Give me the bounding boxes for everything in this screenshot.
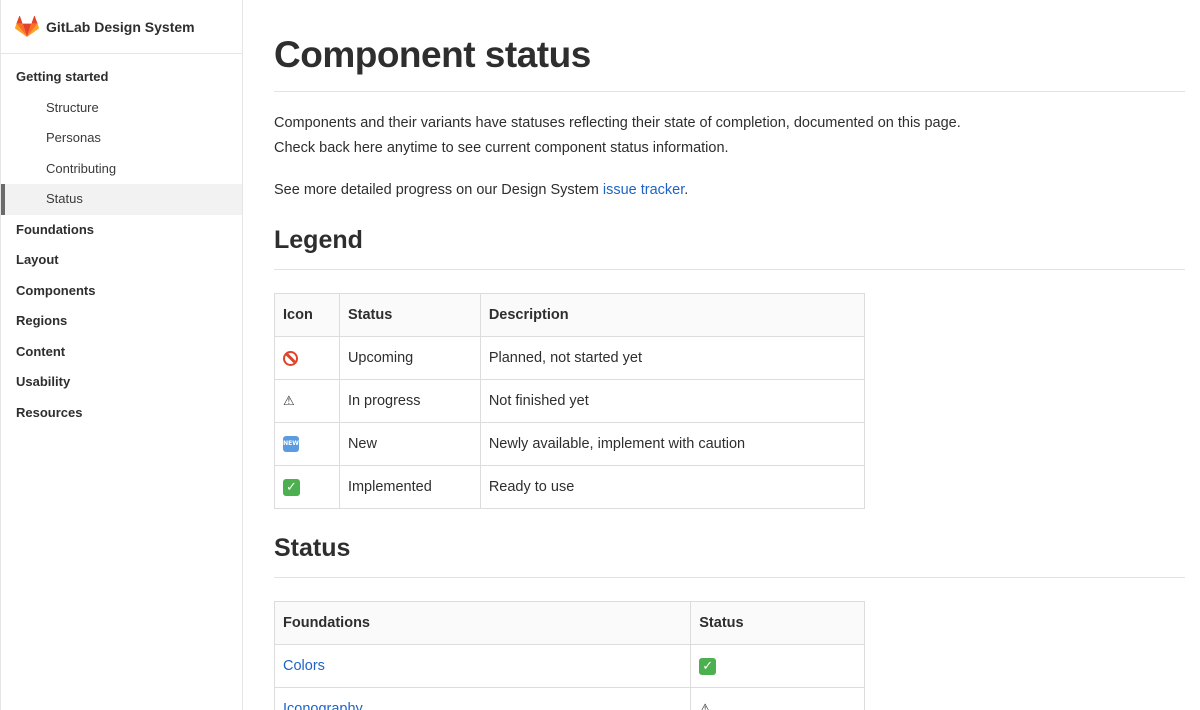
column-header-icon: Icon	[274, 293, 340, 337]
column-header-description: Description	[479, 293, 866, 337]
description-cell: Ready to use	[479, 465, 866, 509]
tracker-text: See more detailed progress on our Design…	[274, 178, 1185, 203]
table-header-row: Foundations Status	[273, 601, 865, 645]
column-header-status: Status	[690, 601, 865, 645]
sidebar-item-components[interactable]: Components	[1, 276, 242, 307]
gitlab-logo-icon	[15, 15, 39, 38]
iconography-link[interactable]: Iconography	[283, 701, 363, 710]
sidebar-item-resources[interactable]: Resources	[1, 398, 242, 429]
legend-heading: Legend	[274, 226, 363, 254]
sidebar-item-status[interactable]: Status	[1, 184, 242, 215]
sidebar-item-foundations[interactable]: Foundations	[1, 215, 242, 246]
status-divider	[274, 577, 1185, 578]
column-header-foundations: Foundations	[273, 601, 692, 645]
legend-table: Icon Status Description Upcoming Planned…	[274, 293, 866, 509]
no-entry-icon	[283, 350, 298, 366]
sidebar-item-getting-started[interactable]: Getting started	[1, 62, 242, 93]
table-row: Iconography ⚠	[273, 687, 865, 710]
table-row: Upcoming Planned, not started yet	[274, 336, 866, 380]
sidebar-item-regions[interactable]: Regions	[1, 306, 242, 337]
status-cell: In progress	[338, 379, 481, 423]
sidebar-item-usability[interactable]: Usability	[1, 367, 242, 398]
table-row: ✓ Implemented Ready to use	[274, 465, 866, 509]
new-badge-icon: NEW	[283, 436, 299, 453]
brand-header[interactable]: GitLab Design System	[1, 0, 242, 54]
column-header-status: Status	[338, 293, 481, 337]
status-cell: Upcoming	[338, 336, 481, 380]
page-title: Component status	[274, 34, 591, 75]
issue-tracker-link[interactable]: issue tracker	[603, 182, 684, 198]
status-heading: Status	[274, 534, 351, 562]
check-mark-icon: ✓	[699, 657, 717, 675]
intro-line-2: Check back here anytime to see current c…	[274, 140, 729, 156]
status-cell: New	[338, 422, 481, 466]
status-cell: Implemented	[338, 465, 481, 509]
title-divider	[274, 91, 1185, 92]
check-mark-icon: ✓	[283, 478, 300, 496]
sidebar-item-personas[interactable]: Personas	[1, 123, 242, 154]
tracker-suffix: .	[684, 182, 689, 198]
sidebar-nav: Getting started Structure Personas Contr…	[1, 54, 242, 428]
brand-name: GitLab Design System	[46, 18, 195, 35]
sidebar-item-contributing[interactable]: Contributing	[1, 154, 242, 185]
tracker-prefix: See more detailed progress on our Design…	[274, 182, 603, 198]
description-cell: Newly available, implement with caution	[479, 422, 866, 466]
sidebar-item-layout[interactable]: Layout	[1, 245, 242, 276]
main-content: Component status Components and their va…	[273, 0, 1185, 710]
description-cell: Planned, not started yet	[479, 336, 866, 380]
colors-link[interactable]: Colors	[283, 658, 325, 674]
table-row: NEW New Newly available, implement with …	[274, 422, 866, 466]
legend-divider	[274, 269, 1185, 270]
intro-line-1: Components and their variants have statu…	[274, 115, 961, 131]
warning-icon: ⚠	[283, 393, 295, 409]
description-cell: Not finished yet	[479, 379, 866, 423]
table-row: Colors ✓	[273, 644, 865, 688]
status-table: Foundations Status Colors ✓ Iconography …	[273, 601, 865, 710]
sidebar-item-structure[interactable]: Structure	[1, 93, 242, 124]
table-header-row: Icon Status Description	[274, 293, 866, 337]
sidebar-item-content[interactable]: Content	[1, 337, 242, 368]
sidebar: GitLab Design System Getting started Str…	[0, 0, 243, 710]
table-row: ⚠ In progress Not finished yet	[274, 379, 866, 423]
intro-text: Components and their variants have statu…	[274, 111, 1185, 161]
warning-icon: ⚠	[699, 701, 711, 710]
